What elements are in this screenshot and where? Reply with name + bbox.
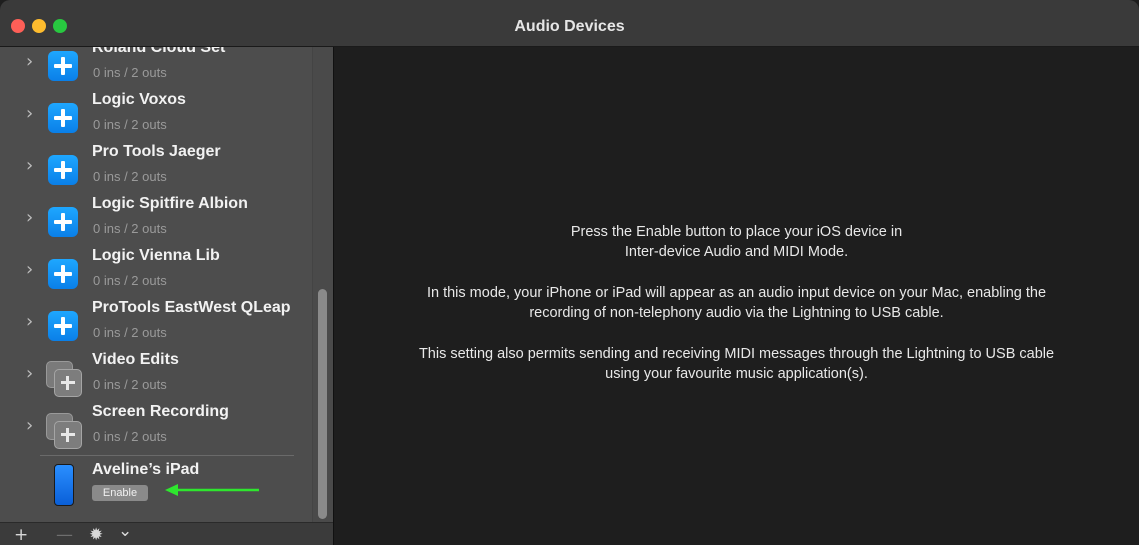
- device-name: Logic Voxos: [92, 91, 186, 108]
- sidebar-scrollbar-thumb[interactable]: [318, 289, 327, 519]
- device-io: 0 ins / 2 outs: [93, 65, 167, 80]
- sidebar-toolbar: + — ✹ ⌄: [0, 521, 333, 545]
- disclosure-chevron-icon[interactable]: ›: [26, 207, 33, 228]
- plus-icon: [48, 103, 78, 133]
- device-io: 0 ins / 2 outs: [93, 325, 167, 340]
- list-divider: [40, 455, 294, 456]
- main-content: Press the Enable button to place your iO…: [334, 47, 1139, 545]
- disclosure-chevron-icon[interactable]: ›: [26, 415, 33, 436]
- device-row-protools-eastwest-qleap[interactable]: › ProTools EastWest QLeap 0 ins / 2 outs: [0, 299, 312, 351]
- mode-description-line-2: recording of non-telephony audio via the…: [529, 305, 944, 321]
- device-row-screen-recording[interactable]: › Screen Recording 0 ins / 2 outs: [0, 403, 312, 455]
- device-io: 0 ins / 2 outs: [93, 117, 167, 132]
- device-name: ProTools EastWest QLeap: [92, 299, 291, 316]
- device-name: Screen Recording: [92, 403, 229, 420]
- device-row-logic-voxos[interactable]: › Logic Voxos 0 ins / 2 outs: [0, 91, 312, 143]
- device-io: 0 ins / 2 outs: [93, 221, 167, 236]
- device-name: Roland Cloud Set: [92, 47, 226, 56]
- device-row-logic-vienna-lib[interactable]: › Logic Vienna Lib 0 ins / 2 outs: [0, 247, 312, 299]
- aggregate-device-icon: [46, 361, 82, 397]
- gear-icon[interactable]: ✹: [89, 525, 103, 545]
- plus-icon: [48, 51, 78, 81]
- aggregate-device-icon: [46, 413, 82, 449]
- midi-description-line-2: using your favourite music application(s…: [605, 366, 868, 382]
- device-name: Video Edits: [92, 351, 179, 368]
- enable-button[interactable]: Enable: [92, 485, 148, 501]
- enable-instruction-line-1: Press the Enable button to place your iO…: [570, 224, 903, 240]
- device-row-pro-tools-jaeger[interactable]: › Pro Tools Jaeger 0 ins / 2 outs: [0, 143, 312, 195]
- disclosure-chevron-icon[interactable]: ›: [26, 311, 33, 332]
- device-name: Logic Spitfire Albion: [92, 195, 248, 212]
- ipad-name: Aveline’s iPad: [92, 461, 200, 478]
- device-sidebar: › Roland Cloud Set 0 ins / 2 outs › Logi…: [0, 47, 333, 522]
- disclosure-chevron-icon[interactable]: ›: [26, 103, 33, 124]
- mode-description-line-1: In this mode, your iPhone or iPad will a…: [426, 285, 1047, 301]
- plus-icon: [48, 311, 78, 341]
- device-name: Pro Tools Jaeger: [92, 143, 221, 160]
- plus-icon: [48, 207, 78, 237]
- device-io: 0 ins / 2 outs: [93, 169, 167, 184]
- disclosure-chevron-icon[interactable]: ›: [26, 259, 33, 280]
- device-io: 0 ins / 2 outs: [93, 377, 167, 392]
- device-row-roland-cloud-set[interactable]: › Roland Cloud Set 0 ins / 2 outs: [0, 47, 312, 91]
- plus-icon: [48, 259, 78, 289]
- add-device-button[interactable]: +: [14, 525, 28, 545]
- disclosure-chevron-icon[interactable]: ›: [26, 155, 33, 176]
- plus-icon: [48, 155, 78, 185]
- disclosure-chevron-icon[interactable]: ›: [26, 51, 33, 72]
- green-arrow-annotation-icon: [165, 484, 259, 496]
- remove-device-button[interactable]: —: [56, 525, 73, 545]
- enable-instruction-line-2: Inter-device Audio and MIDI Mode.: [624, 244, 849, 260]
- device-name: Logic Vienna Lib: [92, 247, 220, 264]
- title-bar: Audio Devices: [0, 0, 1139, 47]
- device-io: 0 ins / 2 outs: [93, 429, 167, 444]
- device-row-video-edits[interactable]: › Video Edits 0 ins / 2 outs: [0, 351, 312, 403]
- audio-devices-window: Audio Devices › Roland Cloud Set 0 ins /…: [0, 0, 1139, 545]
- chevron-down-icon[interactable]: ⌄: [118, 521, 132, 541]
- disclosure-chevron-icon[interactable]: ›: [26, 363, 33, 384]
- ipad-icon: [54, 464, 74, 506]
- midi-description-line-1: This setting also permits sending and re…: [418, 346, 1055, 362]
- window-title: Audio Devices: [514, 18, 625, 35]
- device-io: 0 ins / 2 outs: [93, 273, 167, 288]
- device-row-logic-spitfire-albion[interactable]: › Logic Spitfire Albion 0 ins / 2 outs: [0, 195, 312, 247]
